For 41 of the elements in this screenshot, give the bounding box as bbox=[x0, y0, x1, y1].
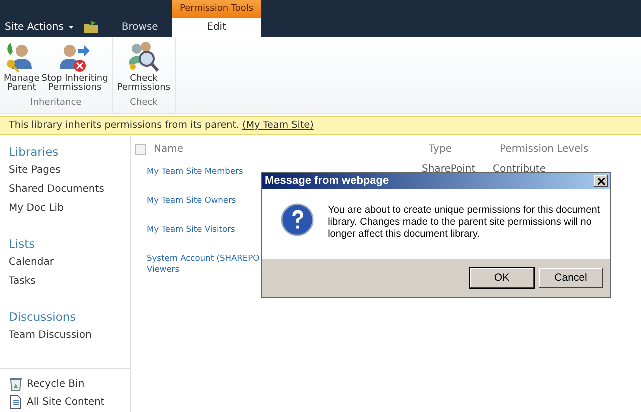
column-header[interactable]: Type bbox=[429, 144, 500, 154]
nav-item[interactable]: Tasks bbox=[9, 274, 130, 293]
ribbon-button[interactable]: Check Permissions bbox=[116, 41, 172, 95]
dialog-button[interactable]: OK bbox=[470, 268, 534, 288]
dialog-message: You are about to create unique permissions for this document library. Changes made to the parent site permissions will no longer affect this document library. bbox=[328, 204, 602, 241]
group-label: Inheritance bbox=[30, 97, 83, 110]
ribbon-button[interactable]: Stop Inheriting Permissions bbox=[40, 41, 110, 95]
caret-icon bbox=[68, 26, 74, 29]
notice-link[interactable]: (My Team Site) bbox=[242, 120, 314, 131]
nav-item[interactable]: Recycle Bin bbox=[27, 378, 85, 390]
notice-text: This library inherits permissions from its parent. bbox=[9, 120, 240, 131]
question-icon bbox=[281, 203, 314, 237]
select-all-checkbox[interactable] bbox=[135, 144, 146, 154]
table-cell: Contribute bbox=[493, 164, 546, 175]
dialog-button[interactable]: Cancel bbox=[539, 268, 603, 288]
group-label: Check bbox=[129, 97, 159, 110]
ribbon-button[interactable]: Manage Parent bbox=[3, 41, 41, 95]
column-header[interactable]: Permission Levels bbox=[500, 144, 589, 154]
ribbon-tab[interactable]: Browse bbox=[110, 18, 172, 37]
document-icon bbox=[9, 394, 23, 410]
site-actions-menu[interactable]: Site Actions bbox=[5, 18, 74, 37]
nav-heading[interactable]: Discussions bbox=[9, 309, 130, 328]
trash-bin-icon bbox=[9, 376, 23, 392]
nav-item[interactable]: Team Discussion bbox=[9, 328, 130, 347]
nav-item[interactable]: My Doc Lib bbox=[9, 201, 130, 220]
folder-icon bbox=[84, 21, 98, 33]
context-group-label: Permission Tools bbox=[172, 0, 262, 18]
close-icon bbox=[598, 178, 604, 184]
nav-heading[interactable]: Libraries bbox=[9, 144, 130, 163]
close-button[interactable] bbox=[594, 175, 608, 187]
group-link[interactable]: My Team Site Members bbox=[147, 166, 422, 176]
nav-item[interactable]: Calendar bbox=[9, 255, 130, 274]
dialog-title: Message from webpage bbox=[265, 175, 390, 187]
nav-item[interactable]: Shared Documents bbox=[9, 182, 130, 201]
table-cell-text: SharePoint bbox=[422, 164, 477, 175]
people-magnifier-icon bbox=[126, 41, 161, 73]
nav-item[interactable]: All Site Content bbox=[27, 396, 105, 408]
ribbon-tab[interactable]: Edit bbox=[172, 18, 262, 37]
column-header[interactable]: Name bbox=[154, 144, 429, 154]
nav-heading[interactable]: Lists bbox=[9, 236, 130, 255]
nav-item[interactable]: Site Pages bbox=[9, 163, 130, 182]
